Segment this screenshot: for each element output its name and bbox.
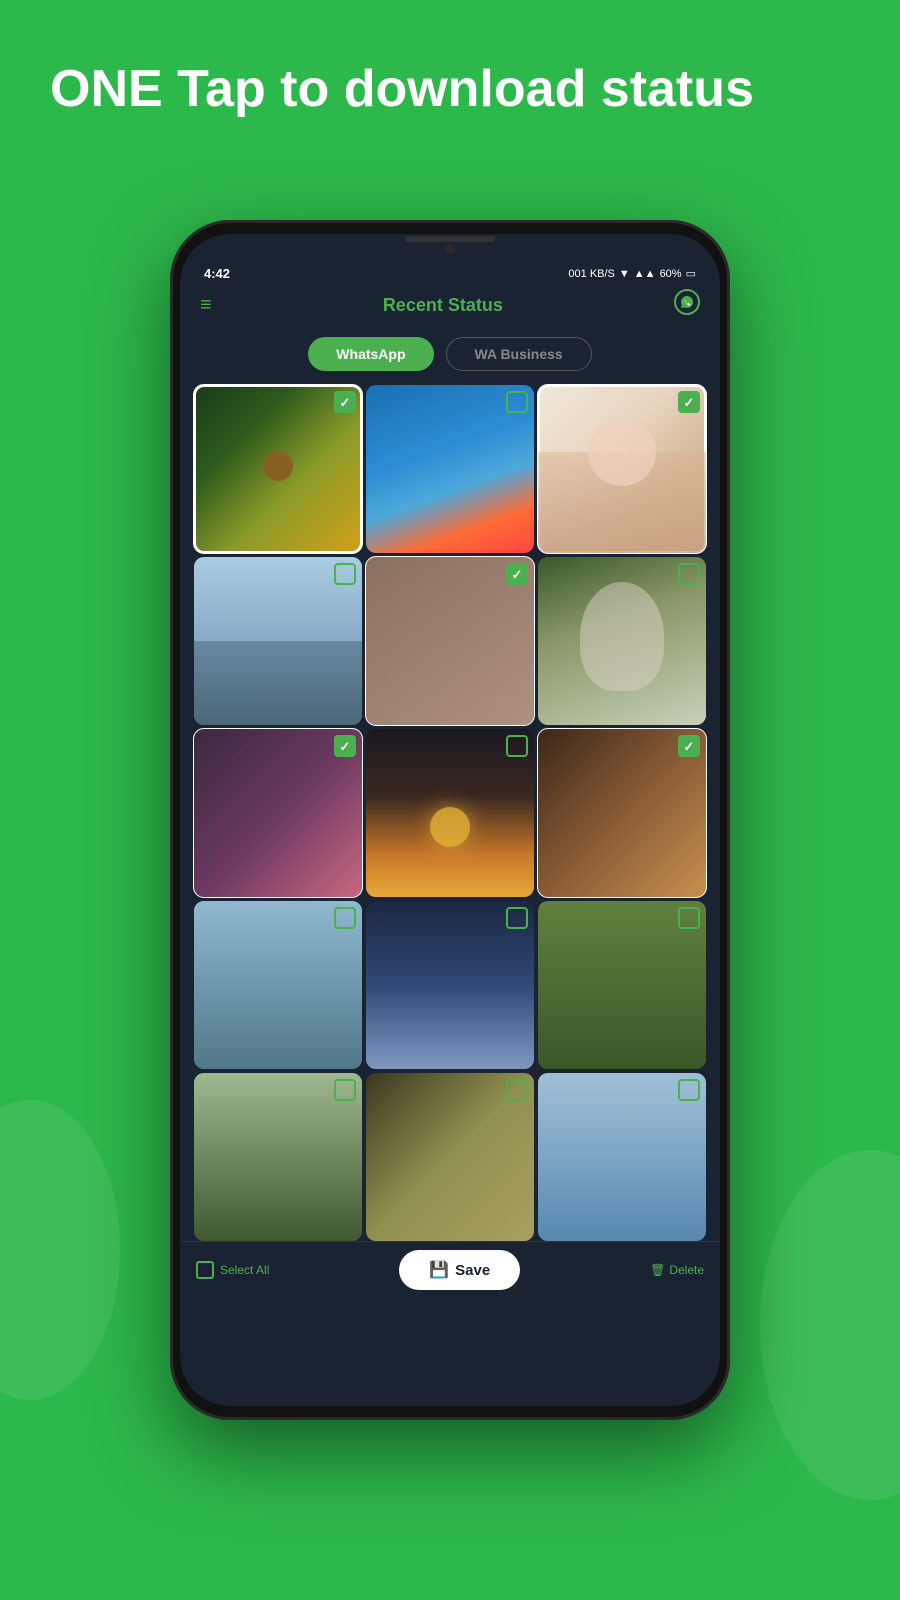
photo-grid-area: ✓ ✓ bbox=[180, 381, 720, 1241]
select-all-label: Select All bbox=[220, 1263, 269, 1277]
photo-item-9[interactable]: ✓ bbox=[538, 729, 706, 897]
checkbox-4[interactable] bbox=[334, 563, 356, 585]
photo-item-1[interactable]: ✓ bbox=[194, 385, 362, 553]
phone-screen: 4:42 001 KB/S ▼ ▲▲ 60% ▭ ≡ Recent Status bbox=[180, 234, 720, 1406]
camera-area bbox=[180, 234, 720, 258]
save-label: Save bbox=[455, 1262, 490, 1279]
delete-label: Delete bbox=[669, 1263, 704, 1277]
checkbox-3[interactable]: ✓ bbox=[678, 391, 700, 413]
bg-decoration-right bbox=[760, 1150, 900, 1500]
select-all-area[interactable]: Select All bbox=[196, 1261, 269, 1279]
checkbox-8[interactable] bbox=[506, 735, 528, 757]
photo-item-2[interactable] bbox=[366, 385, 534, 553]
delete-icon: 🗑 bbox=[650, 1263, 665, 1277]
delete-button[interactable]: 🗑 Delete bbox=[650, 1263, 704, 1277]
checkbox-5[interactable]: ✓ bbox=[506, 563, 528, 585]
checkbox-13[interactable] bbox=[334, 1079, 356, 1101]
page-headline: ONE Tap to download status bbox=[50, 60, 850, 120]
checkbox-15[interactable] bbox=[678, 1079, 700, 1101]
photo-item-5[interactable]: ✓ bbox=[366, 557, 534, 725]
photo-item-3[interactable]: ✓ bbox=[538, 385, 706, 553]
bottom-bar: Select All 💾 Save 🗑 Delete bbox=[180, 1241, 720, 1298]
status-time: 4:42 bbox=[204, 266, 230, 281]
photo-item-12[interactable] bbox=[538, 901, 706, 1069]
checkbox-14[interactable] bbox=[506, 1079, 528, 1101]
tab-wa-business[interactable]: WA Business bbox=[446, 337, 592, 371]
photo-item-15[interactable] bbox=[538, 1073, 706, 1241]
photo-item-14[interactable] bbox=[366, 1073, 534, 1241]
photo-item-13[interactable] bbox=[194, 1073, 362, 1241]
checkbox-12[interactable] bbox=[678, 907, 700, 929]
status-icons: 001 KB/S ▼ ▲▲ 60% ▭ bbox=[568, 267, 696, 280]
checkbox-1[interactable]: ✓ bbox=[334, 391, 356, 413]
tab-whatsapp[interactable]: WhatsApp bbox=[308, 337, 433, 371]
network-icon: 001 KB/S bbox=[568, 268, 614, 280]
app-header: ≡ Recent Status bbox=[180, 285, 720, 329]
photo-item-8[interactable] bbox=[366, 729, 534, 897]
checkbox-11[interactable] bbox=[506, 907, 528, 929]
photo-grid: ✓ ✓ bbox=[190, 385, 710, 1241]
signal-icon: ▲▲ bbox=[634, 268, 656, 280]
save-button[interactable]: 💾 Save bbox=[399, 1250, 520, 1290]
photo-item-10[interactable] bbox=[194, 901, 362, 1069]
checkbox-9[interactable]: ✓ bbox=[678, 735, 700, 757]
status-bar: 4:42 001 KB/S ▼ ▲▲ 60% ▭ bbox=[180, 258, 720, 285]
photo-item-6[interactable] bbox=[538, 557, 706, 725]
checkbox-10[interactable] bbox=[334, 907, 356, 929]
app-title: Recent Status bbox=[383, 295, 503, 316]
checkbox-6[interactable] bbox=[678, 563, 700, 585]
photo-item-7[interactable]: ✓ bbox=[194, 729, 362, 897]
photo-item-11[interactable] bbox=[366, 901, 534, 1069]
notch-bar bbox=[405, 236, 495, 242]
save-icon: 💾 bbox=[429, 1260, 449, 1280]
checkbox-7[interactable]: ✓ bbox=[334, 735, 356, 757]
select-all-checkbox[interactable] bbox=[196, 1261, 214, 1279]
menu-icon[interactable]: ≡ bbox=[200, 295, 212, 315]
wifi-icon: ▼ bbox=[619, 268, 630, 280]
whatsapp-icon[interactable] bbox=[674, 289, 700, 321]
phone-shell: 4:42 001 KB/S ▼ ▲▲ 60% ▭ ≡ Recent Status bbox=[170, 220, 730, 1420]
photo-item-4[interactable] bbox=[194, 557, 362, 725]
battery-indicator: 60% bbox=[660, 268, 682, 280]
checkbox-2[interactable] bbox=[506, 391, 528, 413]
bg-decoration-left bbox=[0, 1100, 120, 1400]
tabs-row: WhatsApp WA Business bbox=[180, 329, 720, 381]
camera-dot bbox=[445, 244, 455, 254]
battery-icon: ▭ bbox=[686, 267, 696, 280]
